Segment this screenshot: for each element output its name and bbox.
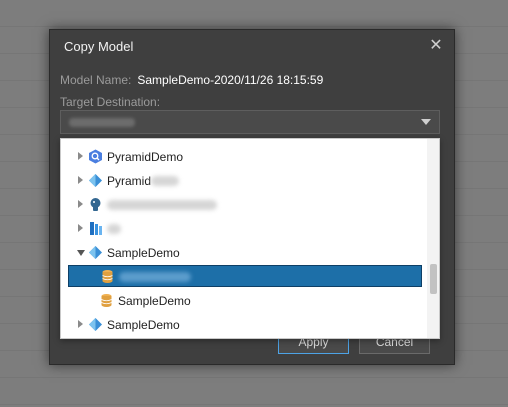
chevron-down-icon[interactable]: [77, 250, 85, 256]
dialog-title: Copy Model: [64, 39, 134, 54]
chevron-down-icon[interactable]: [421, 119, 431, 125]
tree-item[interactable]: [61, 218, 421, 240]
redacted-value: [69, 118, 135, 127]
azure-icon: [88, 221, 103, 236]
tree-item[interactable]: SampleDemo: [61, 290, 421, 312]
chevron-right-icon[interactable]: [78, 200, 83, 208]
target-destination-label: Target Destination:: [60, 95, 161, 109]
postgres-icon: [88, 197, 103, 212]
tree-item-label: SampleDemo: [118, 294, 191, 308]
tree-item-label: SampleDemo: [107, 246, 180, 260]
tree-item-selected[interactable]: [68, 265, 422, 287]
pyramid-icon: [88, 173, 103, 188]
chevron-right-icon[interactable]: [78, 224, 83, 232]
target-destination-dropdown[interactable]: [60, 110, 440, 134]
model-name-value: SampleDemo-2020/11/26 18:15:59: [137, 73, 324, 87]
tree-item[interactable]: SampleDemo: [61, 242, 421, 264]
redacted-text: [119, 272, 191, 282]
tree-item[interactable]: Pyramid: [61, 170, 421, 192]
pyramid-icon: [88, 317, 103, 332]
database-icon: [99, 293, 114, 308]
model-name-row: Model Name: SampleDemo-2020/11/26 18:15:5…: [60, 73, 323, 87]
database-icon: [100, 269, 115, 284]
tree-item-label: SampleDemo: [107, 318, 180, 332]
tree-item[interactable]: PyramidDemo: [61, 146, 421, 168]
dialog-titlebar: Copy Model ✕: [50, 30, 454, 64]
pyramid-icon: [88, 245, 103, 260]
bigquery-icon: [88, 149, 103, 164]
tree-item[interactable]: [61, 194, 421, 216]
chevron-right-icon[interactable]: [78, 320, 83, 328]
destination-tree-dropdown: PyramidDemo Pyramid SampleDemo SampleDem…: [60, 138, 440, 339]
redacted-text: [107, 224, 121, 234]
redacted-text: [151, 176, 179, 186]
chevron-right-icon[interactable]: [78, 152, 83, 160]
redacted-text: [107, 200, 217, 210]
model-name-label: Model Name:: [60, 73, 132, 87]
vertical-scrollbar[interactable]: [427, 139, 439, 338]
chevron-right-icon[interactable]: [78, 176, 83, 184]
tree-item-label: PyramidDemo: [107, 150, 184, 164]
scrollbar-thumb[interactable]: [430, 264, 437, 294]
close-icon[interactable]: ✕: [426, 36, 446, 56]
tree-item-label: Pyramid: [107, 174, 152, 188]
tree-item[interactable]: SampleDemo: [61, 314, 421, 336]
